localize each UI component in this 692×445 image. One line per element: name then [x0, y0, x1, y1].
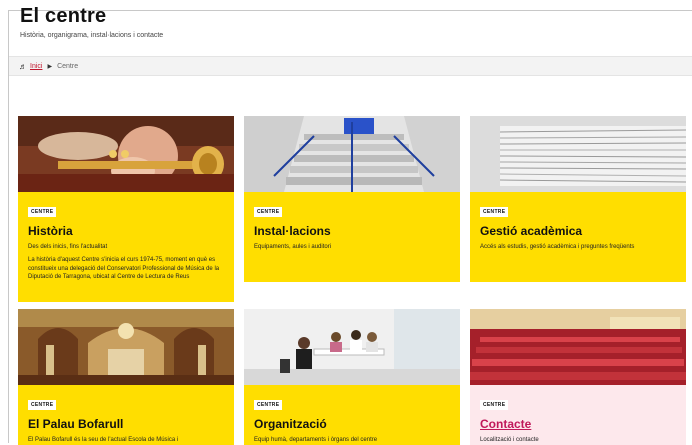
card-lead: Localització i contacte [480, 437, 539, 443]
card-lead: Equip humà, departaments i òrgans del ce… [254, 437, 378, 443]
card-installacions[interactable]: CENTRE Instal·lacions Equipaments, aules… [244, 116, 460, 282]
card-gestio-body: CENTRE Gestió acadèmica Accés als estudi… [470, 192, 686, 282]
staircase-photo [244, 116, 460, 192]
card-title[interactable]: Instal·lacions [254, 224, 450, 238]
card-historia[interactable]: CENTRE Història Des dels inicis, fins l'… [18, 116, 234, 302]
page-title: El centre [20, 5, 107, 27]
card-title[interactable]: El Palau Bofarull [28, 417, 224, 431]
card-organitzacio-body: CENTRE Organització Equip humà, departam… [244, 385, 460, 445]
card-title[interactable]: Organització [254, 417, 450, 431]
breadcrumb-current: Centre [57, 62, 79, 70]
card-gestio-academica[interactable]: CENTRE Gestió acadèmica Accés als estudi… [470, 116, 686, 282]
paper-stack-photo [470, 116, 686, 192]
card-lead: Equipaments, aules i auditori [254, 244, 332, 250]
home-icon[interactable]: ♬ [19, 62, 27, 71]
card-title[interactable]: Contacte [480, 417, 676, 431]
category-badge: CENTRE [480, 207, 509, 217]
page-frame-top [8, 10, 692, 11]
card-lead: Accés als estudis, gestió acadèmica i pr… [480, 244, 635, 250]
card-lead: Des dels inicis, fins l'actualitat [28, 244, 108, 250]
card-palau-bofarull[interactable]: CENTRE El Palau Bofarull El Palau Bofaru… [18, 309, 234, 445]
card-description: La història d'aquest Centre s'inicia el … [28, 257, 220, 280]
card-title[interactable]: Gestió acadèmica [480, 224, 676, 238]
breadcrumb-separator-icon: ▶ [47, 63, 53, 70]
page-subtitle: Història, organigrama, instal·lacions i … [20, 32, 164, 39]
palace-hall-photo [18, 309, 234, 385]
meeting-room-photo [244, 309, 460, 385]
card-organitzacio[interactable]: CENTRE Organització Equip humà, departam… [244, 309, 460, 445]
category-badge: CENTRE [480, 400, 509, 410]
card-title[interactable]: Història [28, 224, 224, 238]
breadcrumb-home-link[interactable]: Inici [30, 63, 42, 70]
card-palau-body: CENTRE El Palau Bofarull El Palau Bofaru… [18, 385, 234, 445]
breadcrumb: ♬ Inici ▶ Centre [9, 56, 692, 76]
category-badge: CENTRE [28, 400, 57, 410]
card-lead: El Palau Bofarull és la seu de l'actual … [28, 437, 179, 443]
category-badge: CENTRE [28, 207, 57, 217]
trumpet-photo [18, 116, 234, 192]
card-installacions-body: CENTRE Instal·lacions Equipaments, aules… [244, 192, 460, 282]
category-badge: CENTRE [254, 400, 283, 410]
card-contacte-body: CENTRE Contacte Localització i contacte [470, 385, 686, 445]
auditorium-photo [470, 309, 686, 385]
card-contacte[interactable]: CENTRE Contacte Localització i contacte [470, 309, 686, 445]
category-badge: CENTRE [254, 207, 283, 217]
card-historia-body: CENTRE Història Des dels inicis, fins l'… [18, 192, 234, 302]
